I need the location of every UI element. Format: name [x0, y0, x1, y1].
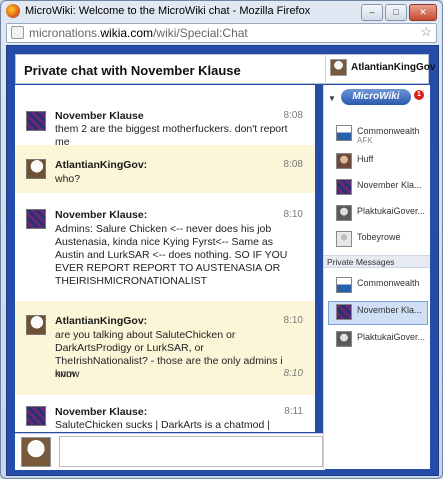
- user-name: Commonwealth: [357, 126, 420, 136]
- message-username[interactable]: AtlantianKingGov:: [55, 315, 147, 327]
- message-username[interactable]: November Klause:: [55, 209, 147, 221]
- huff-avatar-icon: [336, 153, 352, 169]
- message-time: 8:10: [283, 368, 303, 379]
- message-username[interactable]: November Klause:: [55, 406, 147, 418]
- user-avatar[interactable]: [26, 111, 46, 131]
- current-user[interactable]: AtlantianKingGov: [330, 59, 435, 76]
- user-status: AFK: [357, 136, 373, 145]
- url-domain: wikia.com: [100, 26, 154, 40]
- header-divider: [325, 55, 326, 84]
- bookmark-star-icon[interactable]: ☆: [420, 24, 432, 40]
- message-text: who?: [55, 173, 81, 185]
- message-item: November Klause: 8:10 Admins: Salure Chi…: [15, 195, 315, 299]
- user-list-item[interactable]: Huff: [336, 151, 428, 175]
- message-text: SaluteChicken sucks | DarkArts is a chat…: [55, 419, 270, 431]
- chat-header: Private chat with November Klause Atlant…: [15, 54, 435, 84]
- private-messages-heading: Private Messages: [324, 255, 430, 268]
- notification-badge: 1: [414, 90, 424, 100]
- message-list: November Klause 8:08 them 2 are the bigg…: [15, 85, 315, 432]
- url-prefix: micronations.: [29, 26, 101, 40]
- firefox-icon: [6, 4, 20, 18]
- message-item: November Klause: 8:11 SaluteChicken suck…: [15, 397, 315, 432]
- message-username[interactable]: November Klause: [55, 110, 144, 122]
- collapse-triangle-icon[interactable]: ▼: [328, 94, 336, 103]
- address-bar[interactable]: micronations.wikia.com/wiki/Special:Chat…: [6, 23, 437, 43]
- minimize-button[interactable]: –: [361, 4, 383, 21]
- plaktukai-avatar-icon: [336, 205, 352, 221]
- plaktukai-avatar-icon: [336, 331, 352, 347]
- message-username[interactable]: AtlantianKingGov:: [55, 159, 147, 171]
- url-text[interactable]: micronations.wikia.com/wiki/Special:Chat: [29, 26, 248, 40]
- user-avatar[interactable]: [26, 406, 46, 426]
- chat-title: Private chat with November Klause: [24, 63, 241, 78]
- user-avatar[interactable]: [26, 159, 46, 179]
- user-avatar[interactable]: [26, 209, 46, 229]
- title-bar: MicroWiki: Welcome to the MicroWiki chat…: [1, 1, 442, 23]
- wiki-header[interactable]: ▼ MicroWiki 1: [324, 85, 430, 111]
- flag-avatar-icon: [336, 304, 352, 320]
- message-time: 8:11: [284, 406, 303, 417]
- message-item: AtlantianKingGov: 8:08 who?: [15, 145, 315, 193]
- default-avatar-icon: [336, 231, 352, 247]
- microwiki-logo: MicroWiki: [341, 89, 411, 105]
- browser-window: MicroWiki: Welcome to the MicroWiki chat…: [0, 0, 443, 479]
- private-message-item[interactable]: Commonwealth: [328, 275, 428, 299]
- user-list-sidebar: ▼ MicroWiki 1 Commonwealth AFK Huff Nove…: [323, 85, 430, 469]
- user-name: Tobeyrowe: [357, 232, 401, 242]
- private-message-item-selected[interactable]: November Kla...: [328, 301, 428, 325]
- user-name: November Kla...: [357, 180, 422, 190]
- user-list-item[interactable]: PlaktukaiGover...: [336, 203, 428, 227]
- message-text: Admins: Salure Chicken <-- never does hi…: [55, 223, 288, 287]
- window-title: MicroWiki: Welcome to the MicroWiki chat…: [25, 5, 311, 17]
- site-favicon-icon: [11, 26, 24, 39]
- compose-area: [15, 433, 325, 470]
- message-time: 8:08: [283, 159, 303, 170]
- url-path: /wiki/Special:Chat: [153, 26, 248, 40]
- commonwealth-avatar-icon: [336, 125, 352, 141]
- own-avatar: [21, 437, 51, 467]
- message-time: 8:10: [283, 315, 303, 326]
- current-user-name: AtlantianKingGov: [351, 62, 436, 73]
- user-list-item[interactable]: Commonwealth AFK: [336, 123, 428, 147]
- close-button[interactable]: ✕: [409, 4, 437, 21]
- message-time: 8:10: [283, 209, 303, 220]
- message-item: November Klause 8:08 them 2 are the bigg…: [15, 85, 315, 148]
- window-controls: – □ ✕: [361, 4, 437, 21]
- user-name: Huff: [357, 154, 374, 164]
- user-name: November Kla...: [357, 305, 422, 315]
- message-item: AtlantianKingGov: 8:10 are you talking a…: [15, 301, 315, 395]
- chat-client: Private chat with November Klause Atlant…: [6, 45, 439, 476]
- current-user-avatar: [330, 59, 347, 76]
- message-time: 8:08: [283, 110, 303, 121]
- user-name: PlaktukaiGover...: [357, 206, 426, 216]
- user-name: Commonwealth: [357, 278, 420, 288]
- user-avatar[interactable]: [26, 315, 46, 335]
- user-list-item[interactable]: Tobeyrowe: [336, 229, 428, 253]
- maximize-button[interactable]: □: [385, 4, 407, 21]
- message-input[interactable]: [59, 436, 323, 467]
- user-name: PlaktukaiGover...: [357, 332, 426, 342]
- private-message-item[interactable]: PlaktukaiGover...: [328, 329, 428, 353]
- flag-avatar-icon: [336, 179, 352, 195]
- message-text-continued: nvm: [55, 368, 75, 380]
- user-list-item[interactable]: November Kla...: [336, 177, 428, 201]
- commonwealth-avatar-icon: [336, 277, 352, 293]
